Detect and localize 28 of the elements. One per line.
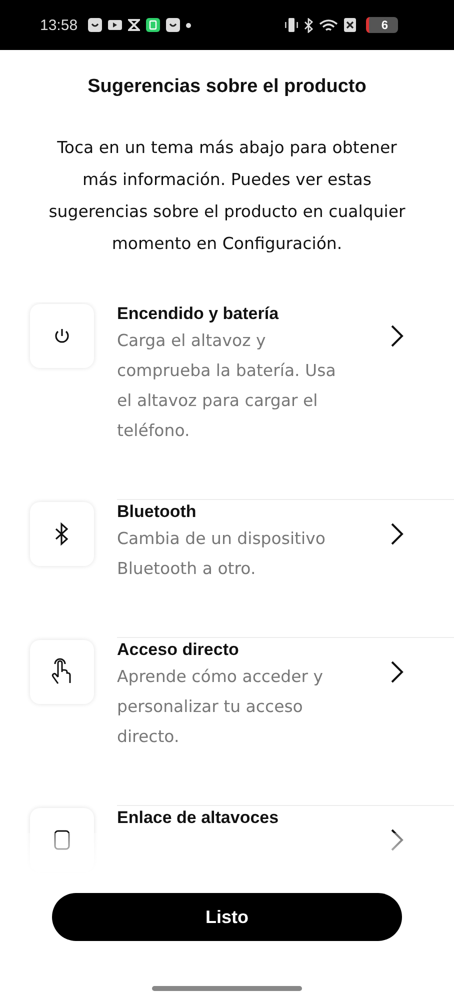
- touch-icon: [51, 658, 73, 686]
- topic-description: Aprende cómo acceder y personalizar tu acceso directo.: [117, 666, 324, 748]
- done-button[interactable]: Listo: [52, 893, 402, 941]
- topic-description: Carga el altavoz y comprueba la batería. Usa el altavoz para cargar el teléfono.: [117, 330, 337, 442]
- status-time: 13:58: [40, 16, 78, 34]
- topic-title: Acceso directo: [117, 639, 240, 661]
- bluetooth-icon: [54, 522, 70, 546]
- topic-description: Cambia de un dispositivo Bluetooth a otro.: [117, 528, 326, 580]
- topic-title: Enlace de altavoces: [117, 807, 280, 829]
- intro-text: Toca en un tema más abajo para obtener más información. Puedes ver estas sugerencias sobre el producto en cualquier momento en Configuración.: [48, 137, 406, 255]
- dot-icon: [186, 22, 191, 28]
- play-app-icon: [108, 20, 122, 30]
- hourglass-app-icon: [128, 19, 140, 31]
- topic-title: Bluetooth: [117, 501, 198, 523]
- topic-title: Encendido y batería: [117, 303, 280, 325]
- no-sim-icon: [344, 18, 356, 32]
- screen-title: Sugerencias sobre el producto: [86, 76, 368, 98]
- bluetooth-icon: [304, 18, 314, 32]
- power-icon: [53, 327, 71, 345]
- battery-level: 6: [366, 17, 398, 33]
- smile-app-icon: [166, 18, 180, 32]
- chevron-right-icon: [390, 324, 404, 348]
- wifi-icon: [319, 18, 338, 32]
- smile-app-icon: [88, 18, 102, 32]
- vibrate-icon: [285, 18, 298, 32]
- chevron-right-icon: [390, 522, 404, 546]
- battery-app-icon: [146, 18, 160, 32]
- chevron-right-icon: [390, 660, 404, 684]
